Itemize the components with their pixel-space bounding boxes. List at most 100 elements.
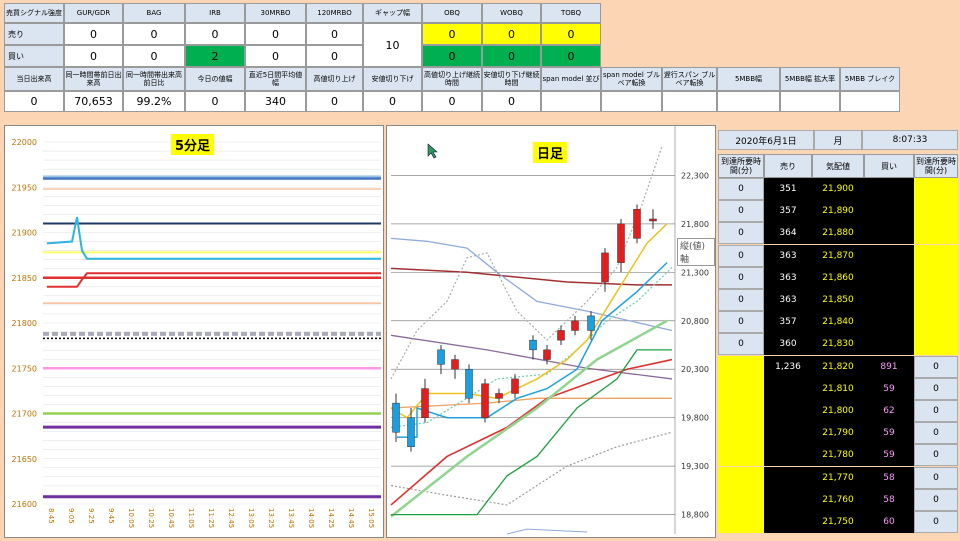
board-left-time <box>718 377 764 400</box>
board-right-time: 0 <box>914 400 958 422</box>
sell-value-8: 0 <box>541 23 601 45</box>
candle <box>557 330 565 341</box>
stat-header-13: 5MBB幅 拡大率 <box>780 67 840 91</box>
board-right-time: 0 <box>914 422 958 445</box>
board-right-time <box>914 266 958 289</box>
candle <box>481 383 489 418</box>
board-buy-qty <box>864 333 914 356</box>
board-right-time <box>914 178 958 200</box>
buy-value-2: 2 <box>185 45 245 67</box>
candle <box>451 359 459 370</box>
stat-value-14 <box>840 91 900 112</box>
x-tick-label: 15:05 <box>367 508 375 528</box>
daily-chart-canvas: 22,300 21,800 21,300 20,800 20,300 19,800 19,3… <box>390 126 709 535</box>
x-tick-label: 8:45 <box>47 508 55 524</box>
five-minute-chart-canvas: 22000 21950 21900 21850 21800 21750 21700 21650… <box>12 138 381 528</box>
stat-value-11 <box>662 91 717 112</box>
board-price: 21,750 <box>812 511 864 533</box>
board-price: 21,780 <box>812 444 864 467</box>
sell-value-0: 0 <box>64 23 123 45</box>
x-tick-label: 12:45 <box>227 508 235 528</box>
board-header-h_price: 気配値 <box>812 154 864 178</box>
candle <box>617 223 625 263</box>
stat-value-5: 0 <box>306 91 363 112</box>
board-price: 21,830 <box>812 333 864 356</box>
buy-value-0: 0 <box>64 45 123 67</box>
x-tick-label: 9:05 <box>67 508 75 524</box>
board-left-time <box>718 444 764 467</box>
series-red <box>47 272 381 288</box>
five-minute-chart[interactable]: 22000 21950 21900 21850 21800 21750 21700 21650… <box>4 125 384 538</box>
board-sell-qty: 351 <box>764 178 812 200</box>
board-left-time: 0 <box>718 289 764 311</box>
x-tick-label: 14:25 <box>327 508 335 528</box>
y-tick-label: 21750 <box>12 364 37 373</box>
buy-value-8: 0 <box>541 45 601 67</box>
gap-value: 10 <box>363 23 422 67</box>
daily-chart[interactable]: 22,300 21,800 21,300 20,800 20,300 19,800 19,3… <box>386 125 716 538</box>
stat-value-1: 70,653 <box>64 91 123 112</box>
board-sell-qty <box>764 422 812 445</box>
candle <box>633 209 641 239</box>
board-right-time: 0 <box>914 488 958 511</box>
candle <box>511 378 519 394</box>
board-price: 21,810 <box>812 377 864 400</box>
board-price: 21,890 <box>812 200 864 223</box>
board-sell-qty: 363 <box>764 266 812 289</box>
line-green <box>391 349 672 516</box>
stat-header-4: 直近5日間平均値幅 <box>245 67 306 91</box>
board-buy-qty: 60 <box>864 511 914 533</box>
stat-header-5: 高値切り上げ <box>306 67 363 91</box>
signal-col-header-8: TOBQ <box>541 3 601 23</box>
candle <box>437 349 445 365</box>
board-price: 21,880 <box>812 222 864 245</box>
candle <box>529 339 537 351</box>
x-tick-label: 10:05 <box>127 508 135 528</box>
board-left-time <box>718 488 764 511</box>
line-lower-blue <box>506 528 588 535</box>
signal-col-header-3: 30MRBO <box>245 3 306 23</box>
stat-header-10: span model ブルベア転換 <box>601 67 662 91</box>
buy-value-7: 0 <box>482 45 541 67</box>
board-price: 21,820 <box>812 355 864 378</box>
stat-value-0: 0 <box>4 91 64 112</box>
stat-header-7: 高値切り上げ継続時間 <box>422 67 482 91</box>
candle <box>495 393 503 399</box>
stat-value-13 <box>780 91 840 112</box>
stat-header-1: 同一時間帯前日出来高 <box>64 67 123 91</box>
board-left-time: 0 <box>718 333 764 356</box>
stat-value-8: 0 <box>482 91 541 112</box>
board-weekday: 月 <box>814 130 862 150</box>
candle <box>601 252 609 283</box>
line-lightgreen <box>390 319 668 518</box>
y-tick-label: 21,800 <box>681 220 709 229</box>
sell-value-7: 0 <box>482 23 541 45</box>
y-tick-label: 21900 <box>12 229 37 238</box>
board-header-h_right: 到達所要時間(分) <box>914 154 958 178</box>
y-tick-label: 21850 <box>12 274 37 283</box>
y-tick-label: 20,800 <box>681 317 709 326</box>
stat-header-3: 今日の値幅 <box>185 67 245 91</box>
board-header-h_sell: 売り <box>764 154 812 178</box>
board-price: 21,840 <box>812 311 864 334</box>
x-tick-label: 11:25 <box>207 508 215 528</box>
axis-tooltip: 縦(値)軸 <box>677 238 715 266</box>
board-left-time: 0 <box>718 178 764 200</box>
signal-col-header-1: BAG <box>123 3 185 23</box>
signal-col-header-5: ギャップ幅 <box>363 3 422 23</box>
board-right-time <box>914 200 958 223</box>
y-tick-label: 21800 <box>12 319 37 328</box>
board-sell-qty <box>764 511 812 533</box>
board-price: 21,760 <box>812 488 864 511</box>
board-price: 21,900 <box>812 178 864 200</box>
y-tick-label: 22,300 <box>681 171 709 180</box>
signal-col-header-2: IRB <box>185 3 245 23</box>
board-sell-qty <box>764 444 812 467</box>
x-tick-label: 9:25 <box>87 508 95 524</box>
board-sell-qty: 360 <box>764 333 812 356</box>
sell-row-label: 売り <box>4 23 64 45</box>
board-buy-qty <box>864 200 914 223</box>
y-tick-label: 21650 <box>12 455 37 464</box>
board-price: 21,770 <box>812 466 864 489</box>
board-sell-qty <box>764 466 812 489</box>
